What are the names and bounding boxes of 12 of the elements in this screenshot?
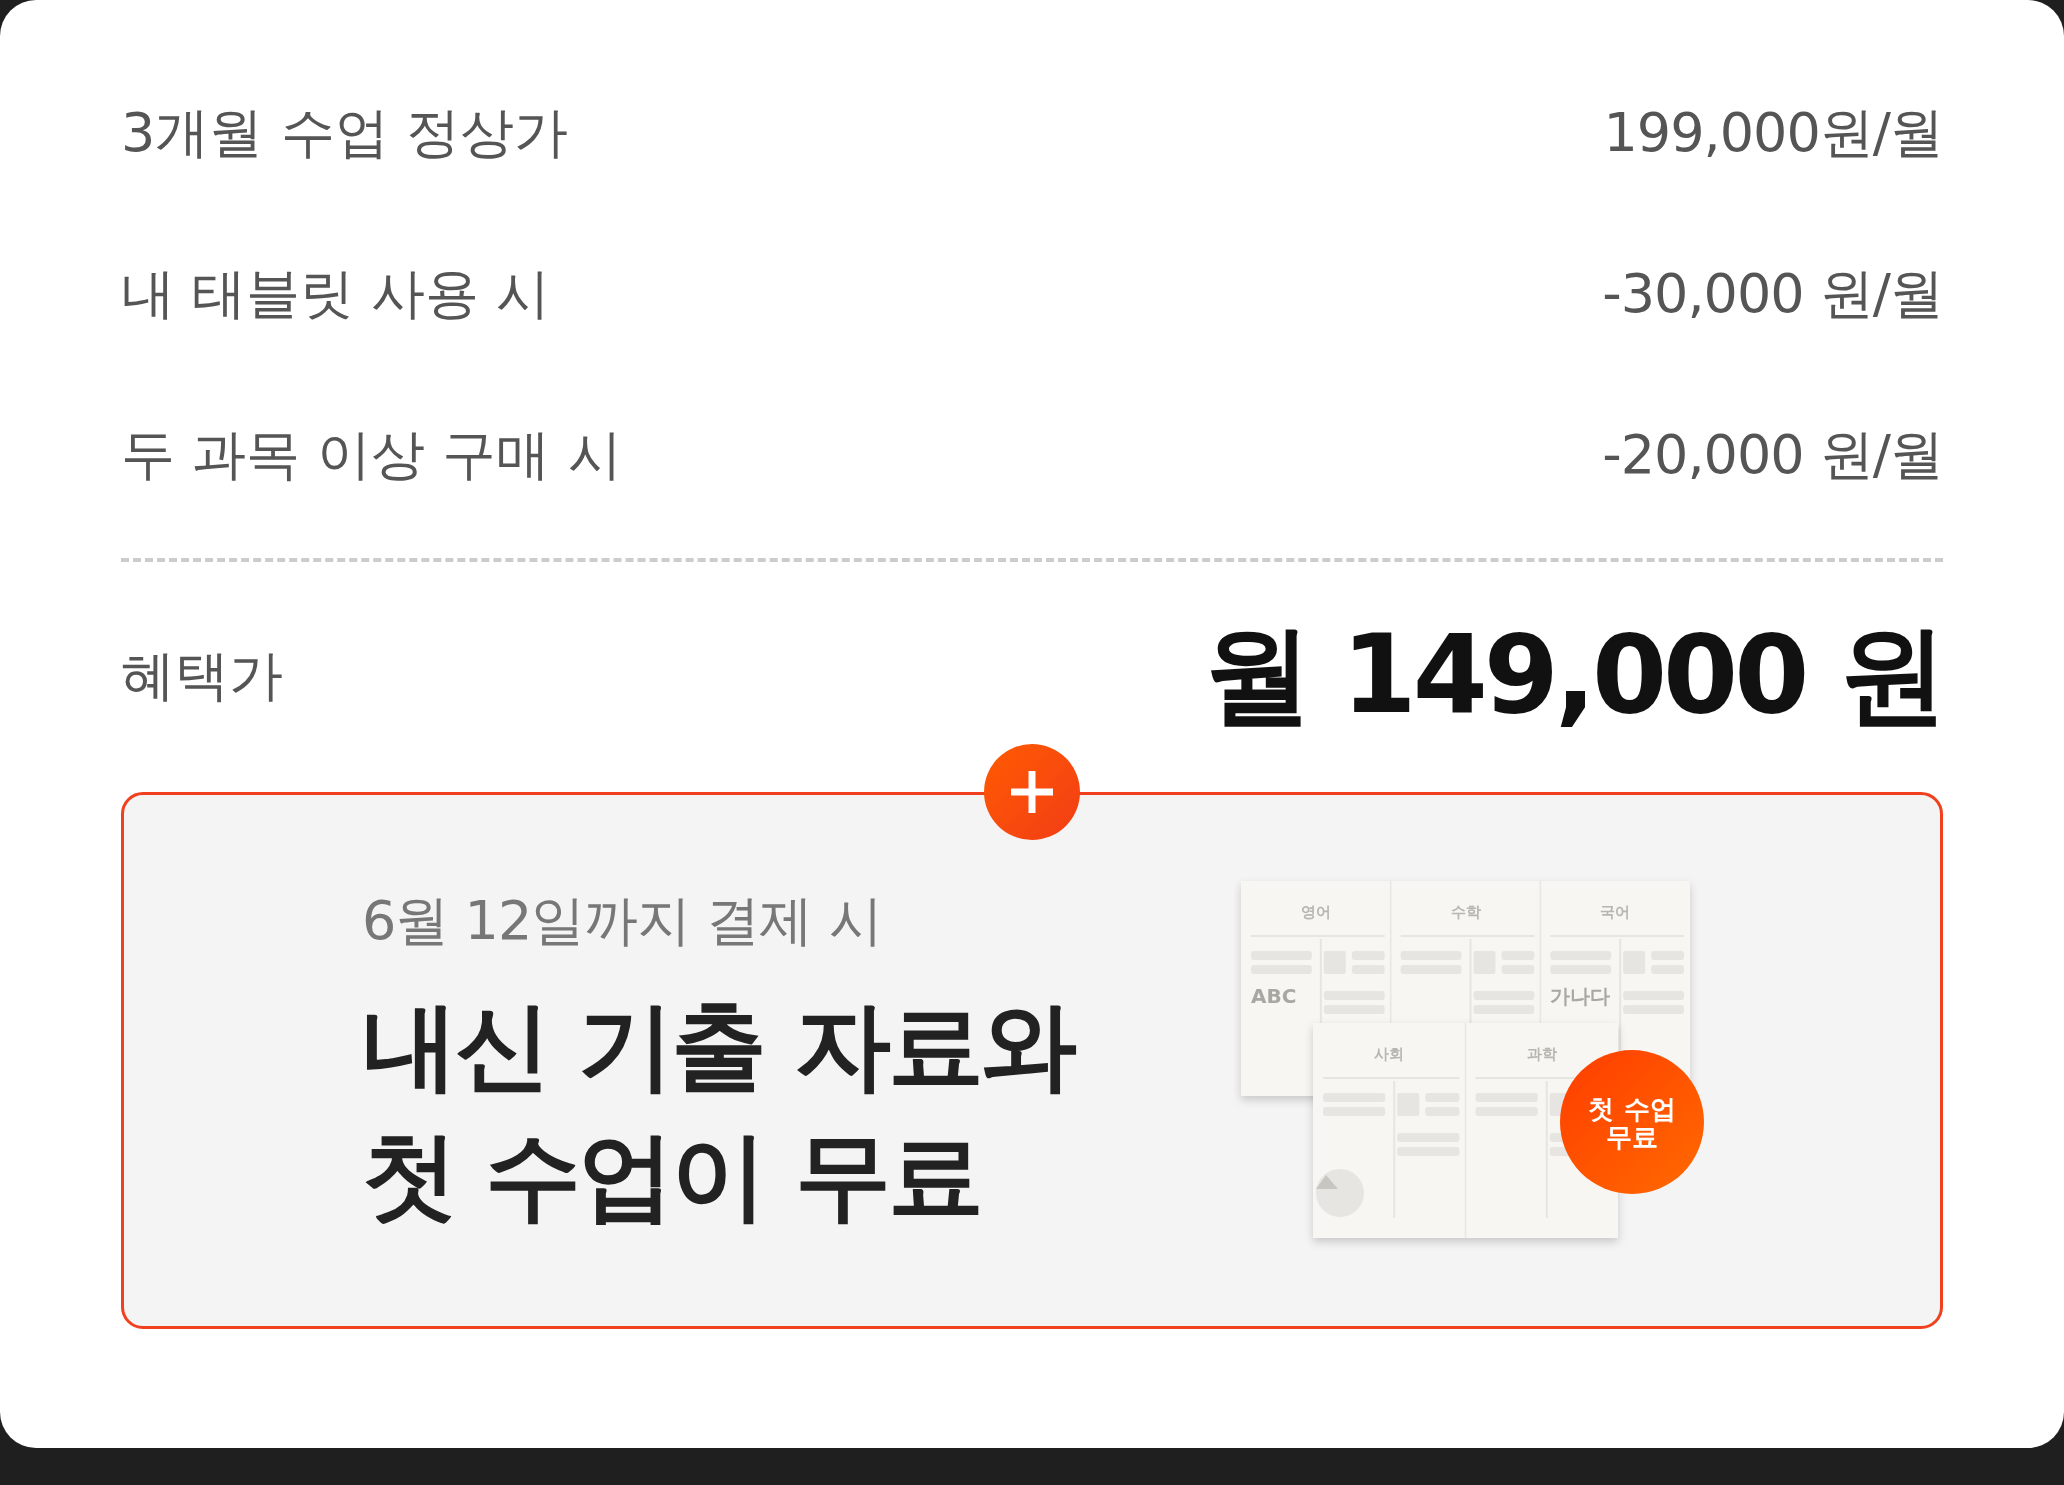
- price-label: 3개월 수업 정상가: [121, 99, 568, 166]
- promo-subtitle: 6월 12일까지 결제 시: [362, 888, 883, 954]
- price-value: -20,000 원/월: [1602, 421, 1943, 488]
- price-value: 199,000원/월: [1603, 99, 1943, 166]
- promo-headline: 첫 수업이 무료: [362, 1119, 982, 1234]
- subject-sheets-drawing: 영어 ABC 수학 국어 가나다 사회 과학 첫 수업 무료: [1234, 870, 1708, 1251]
- price-label: 두 과목 이상 구매 시: [121, 421, 622, 488]
- price-value: -30,000 원/월: [1602, 260, 1943, 327]
- promo-headline: 내신 기출 자료와: [362, 989, 1076, 1104]
- price-label: 내 태블릿 사용 시: [121, 260, 551, 327]
- benefit-price: 월 149,000 원: [1203, 611, 1943, 739]
- benefit-label: 혜택가: [121, 642, 283, 709]
